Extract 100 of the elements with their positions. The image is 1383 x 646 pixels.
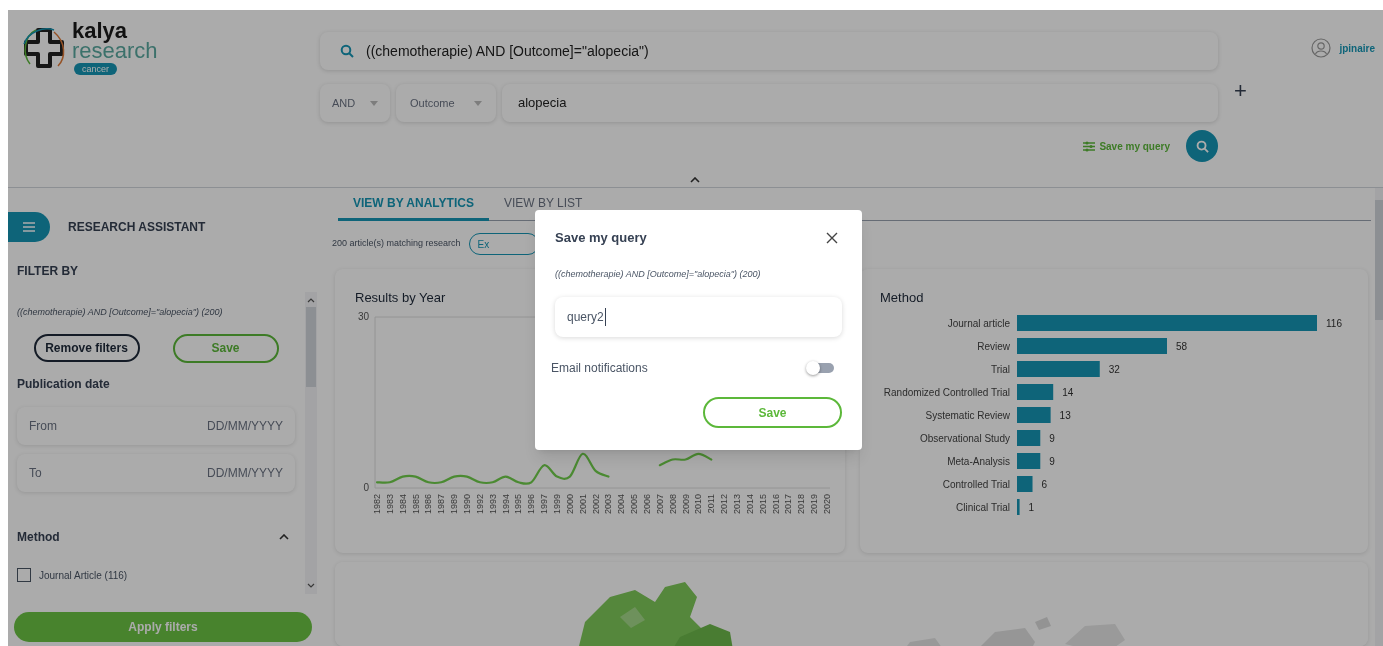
chart-title: Method (880, 290, 924, 305)
field-dropdown[interactable]: Outcome (396, 84, 496, 122)
axis-label: 2013 (732, 494, 742, 515)
close-icon[interactable] (826, 231, 838, 244)
axis-label: 1999 (552, 494, 562, 515)
menu-button[interactable] (8, 212, 50, 242)
tab[interactable]: VIEW BY LIST (488, 194, 598, 221)
query-text: ((chemotherapie) AND [Outcome]="alopecia") (200) (555, 267, 762, 281)
scroll-down-icon[interactable] (307, 583, 315, 588)
axis-label: 2009 (680, 494, 691, 515)
category-label: Clinical Trial (956, 501, 1010, 513)
chevron-up-icon[interactable] (279, 533, 289, 540)
sliders-icon (1083, 140, 1096, 152)
date-field[interactable]: To DD/MM/YYYY (17, 453, 295, 492)
toggle-switch[interactable] (806, 361, 834, 375)
category-label: Controlled Trial (942, 478, 1010, 490)
section-heading: FILTER BY (17, 263, 80, 280)
value-label: 116 (1326, 317, 1342, 329)
axis-label: 1985 (410, 494, 421, 515)
caret-icon (474, 100, 482, 106)
scrollbar-thumb[interactable] (1375, 200, 1383, 320)
option-label: Email notifications (551, 360, 648, 377)
bar[interactable] (1017, 476, 1033, 492)
checkbox[interactable] (17, 568, 31, 582)
axis-label: 2010 (693, 494, 704, 515)
axis-label: 1989 (449, 494, 460, 515)
value-label: 1 (1028, 501, 1035, 513)
category-label: Observational Study (919, 432, 1010, 444)
value-label: 14 (1062, 386, 1074, 398)
bar[interactable] (1017, 453, 1041, 469)
logo-badge: cancer (74, 63, 117, 75)
save-button[interactable]: Save (172, 333, 279, 363)
axis-label: 1994 (500, 494, 511, 515)
axis-label: 30 (357, 311, 369, 322)
category-label: Trial (990, 363, 1010, 375)
axis-label: 2012 (719, 494, 730, 515)
value-label: 9 (1049, 432, 1055, 444)
tab[interactable]: VIEW BY ANALYTICS (338, 194, 489, 221)
logo-name: kalya (72, 20, 128, 42)
operator-dropdown[interactable]: AND (320, 84, 390, 122)
axis-label: 1995 (513, 494, 524, 515)
axis-label: 2015 (757, 494, 768, 515)
query-name-field[interactable]: query2 (555, 297, 842, 337)
axis-label: 2005 (629, 494, 640, 515)
remove-filters-button[interactable]: Remove filters (33, 333, 140, 362)
axis-label: 1990 (462, 494, 472, 515)
value-label: 9 (1049, 455, 1055, 467)
category-label: Review (977, 340, 1010, 352)
axis-label: 1982 (372, 494, 382, 515)
axis-label: 0 (363, 482, 369, 493)
axis-label: 2020 (822, 494, 832, 515)
search-icon (1195, 139, 1209, 153)
search-field[interactable]: ((chemotherapie) AND [Outcome]="alopecia") (320, 32, 1218, 70)
results-count: 200 article(s) matching research (332, 237, 461, 251)
axis-label: 2006 (642, 494, 652, 515)
section-heading: Publication date (17, 375, 111, 393)
chevron-up-icon[interactable] (689, 177, 700, 183)
value-field[interactable]: alopecia (502, 84, 1218, 122)
add-button[interactable]: + (1234, 80, 1247, 102)
checkbox-label[interactable]: Journal Article (116) (39, 567, 128, 583)
sidebar-title: RESEARCH ASSISTANT (68, 219, 206, 236)
axis-label: 1986 (423, 494, 434, 515)
apply-filters-button[interactable]: Apply filters (14, 612, 312, 642)
axis-label: 2019 (809, 494, 820, 515)
value-label: 13 (1059, 409, 1071, 421)
caret-icon (370, 100, 378, 106)
date-field[interactable]: From DD/MM/YYYY (17, 406, 295, 445)
search-button[interactable] (1186, 130, 1218, 162)
save-query-link[interactable]: Save my query (1083, 138, 1170, 154)
axis-label: 1983 (384, 494, 395, 515)
dialog-title: Save my query (555, 229, 647, 247)
bar[interactable] (1017, 384, 1054, 400)
category-label: Systematic Review (925, 409, 1010, 421)
category-label: Randomized Controlled Trial (883, 386, 1010, 398)
user-name[interactable]: jpinaire (1339, 40, 1375, 56)
category-label: Journal article (947, 317, 1010, 329)
axis-label: 1987 (436, 494, 447, 515)
axis-label: 2007 (654, 494, 665, 515)
bar[interactable] (1017, 499, 1020, 515)
bar[interactable] (1017, 407, 1051, 423)
scroll-up-icon[interactable] (307, 298, 315, 303)
chart-title: Results by Year (355, 290, 446, 305)
current-query: ((chemotherapie) AND [Outcome]="alopecia") (200) (17, 306, 224, 319)
search-icon (340, 44, 354, 58)
save-button[interactable]: Save (703, 397, 842, 428)
scrollbar-thumb[interactable] (306, 307, 316, 387)
bar[interactable] (1017, 430, 1041, 446)
user-avatar-icon[interactable] (1311, 38, 1332, 58)
section-heading: Method (17, 528, 60, 546)
axis-label: 2008 (667, 494, 678, 515)
axis-label: 2017 (783, 494, 794, 515)
axis-label: 1984 (397, 494, 408, 515)
axis-label: 1997 (539, 494, 550, 515)
search-query: ((chemotherapie) AND [Outcome]="alopecia") (366, 41, 649, 61)
axis-label: 1996 (526, 494, 537, 515)
value-label: 6 (1041, 478, 1048, 490)
axis-label: 1993 (487, 494, 498, 515)
value-label: 58 (1176, 340, 1188, 352)
menu-icon (23, 222, 35, 232)
axis-label: 2000 (564, 494, 575, 515)
